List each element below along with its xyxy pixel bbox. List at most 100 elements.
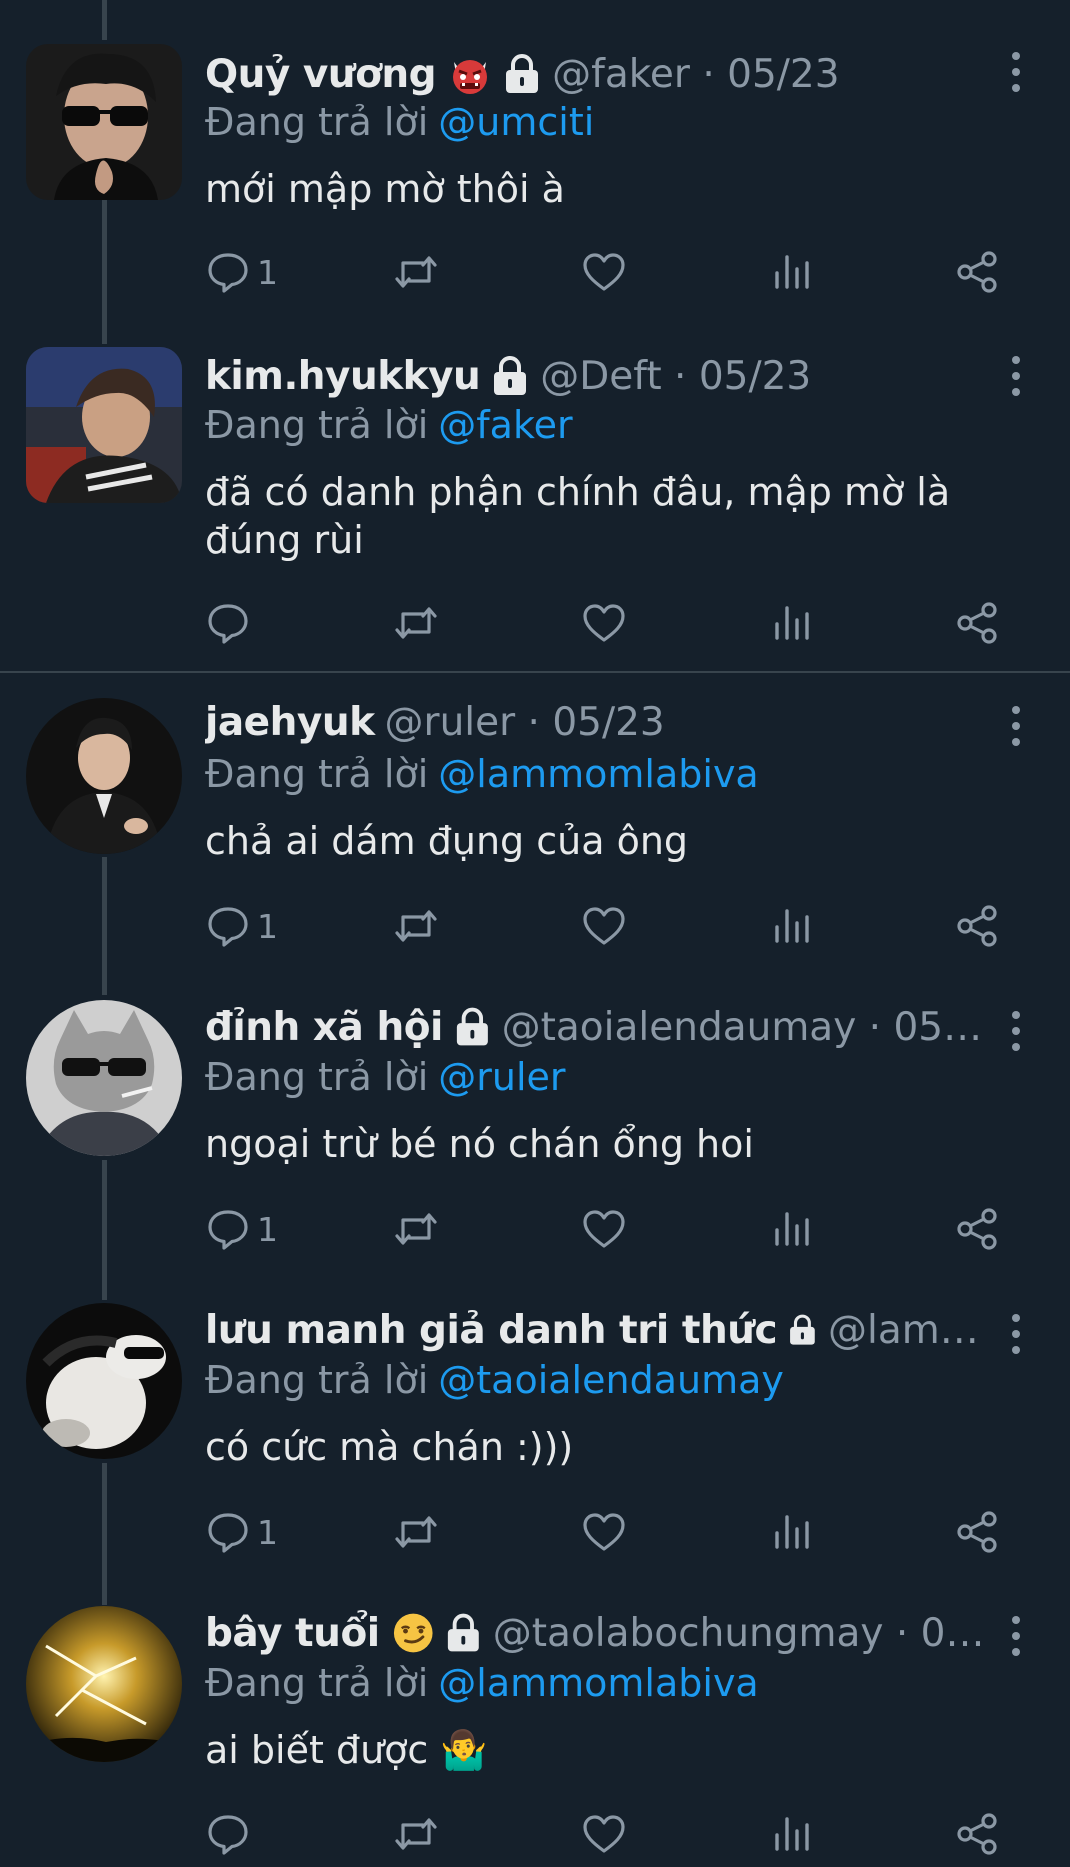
more-options-icon[interactable] [996, 1612, 1036, 1660]
tweet-4[interactable]: đỉnh xã hội @taoialendaumay · 05/23 Đang… [0, 995, 1070, 1295]
tweet-6[interactable]: bây tuổi @taolabochungmay · 08... Đang t… [0, 1600, 1070, 1867]
handle-and-date: @lammo... [828, 1307, 990, 1353]
display-name[interactable]: jaehyuk [205, 700, 375, 745]
retweet-button[interactable] [393, 1504, 439, 1560]
action-bar [205, 1806, 1025, 1862]
reply-button[interactable]: 1 [205, 898, 278, 954]
avatar[interactable] [26, 347, 182, 503]
tweet-1[interactable]: Quỷ vương @faker · 05/23 Đang trả lời @um [0, 0, 1070, 340]
like-button[interactable] [581, 1806, 627, 1862]
retweet-button[interactable] [393, 1806, 439, 1862]
retweet-icon [395, 1818, 437, 1850]
display-name[interactable]: bây tuổi [205, 1611, 380, 1656]
heart-icon [583, 1815, 625, 1853]
like-button[interactable] [581, 1504, 627, 1560]
reply-feed: Quỷ vương @faker · 05/23 Đang trả lời @um [0, 0, 1070, 1867]
retweet-button[interactable] [393, 244, 439, 300]
reply-button[interactable]: 1 [205, 1504, 278, 1560]
views-button[interactable] [768, 595, 814, 651]
avatar[interactable] [26, 44, 182, 200]
share-button[interactable] [955, 244, 1001, 300]
replying-to: Đang trả lời @lammomlabiva [205, 1661, 759, 1705]
replying-to: Đang trả lời @taoialendaumay [205, 1358, 784, 1402]
more-options-icon[interactable] [996, 702, 1036, 750]
like-button[interactable] [581, 244, 627, 300]
tweet-header: đỉnh xã hội @taoialendaumay · 05/23 [205, 1001, 990, 1053]
more-options-icon[interactable] [996, 352, 1036, 400]
views-button[interactable] [768, 898, 814, 954]
reply-button[interactable] [205, 595, 257, 651]
share-button[interactable] [955, 1806, 1001, 1862]
tweet-text: ai biết được 🤷‍♂️ [205, 1728, 488, 1772]
views-button[interactable] [768, 1806, 814, 1862]
mention-link[interactable]: @faker [438, 403, 572, 447]
views-button[interactable] [768, 1504, 814, 1560]
share-button[interactable] [955, 1201, 1001, 1257]
action-bar: 1 [205, 898, 1025, 954]
like-button[interactable] [581, 898, 627, 954]
share-button[interactable] [955, 595, 1001, 651]
more-options-icon[interactable] [996, 1007, 1036, 1055]
mention-link[interactable]: @lammomlabiva [438, 752, 758, 796]
reply-count: 1 [257, 1512, 278, 1552]
share-icon [957, 1813, 997, 1855]
reply-icon [208, 253, 248, 293]
retweet-icon [395, 607, 437, 639]
more-options-icon[interactable] [996, 1310, 1036, 1358]
mention-link[interactable]: @taoialendaumay [438, 1358, 784, 1402]
tweet-3[interactable]: jaehyuk @ruler · 05/23 Đang trả lời @lamm… [0, 690, 1070, 990]
avatar[interactable] [26, 1303, 182, 1459]
avatar[interactable] [26, 1606, 182, 1762]
display-name[interactable]: kim.hyukkyu [205, 354, 481, 399]
avatar[interactable] [26, 1000, 182, 1156]
lock-icon [502, 53, 542, 95]
retweet-button[interactable] [393, 1201, 439, 1257]
heart-icon [583, 253, 625, 291]
avatar[interactable] [26, 698, 182, 854]
reply-button[interactable]: 1 [205, 1201, 278, 1257]
reply-count: 1 [257, 1209, 278, 1249]
views-button[interactable] [768, 1201, 814, 1257]
replying-to-label: Đang trả lời [205, 403, 429, 447]
replying-to: Đang trả lời @lammomlabiva [205, 752, 759, 796]
share-icon [957, 251, 997, 293]
heart-icon [583, 1513, 625, 1551]
replying-to-label: Đang trả lời [205, 752, 429, 796]
handle-and-date: @Deft · 05/23 [540, 353, 812, 399]
retweet-icon [395, 1213, 437, 1245]
share-icon [957, 905, 997, 947]
share-button[interactable] [955, 1504, 1001, 1560]
retweet-icon [395, 910, 437, 942]
display-name[interactable]: đỉnh xã hội [205, 1005, 443, 1050]
lock-icon [490, 355, 530, 397]
retweet-button[interactable] [393, 595, 439, 651]
reply-icon [208, 1815, 248, 1855]
reply-button[interactable] [205, 1806, 257, 1862]
reply-icon [208, 1513, 248, 1553]
tweet-header: jaehyuk @ruler · 05/23 [205, 696, 990, 748]
more-options-icon[interactable] [996, 48, 1036, 96]
mention-link[interactable]: @umciti [438, 100, 594, 144]
tweet-header: lưu manh giả danh tri thức @lammo... [205, 1304, 990, 1356]
share-button[interactable] [955, 898, 1001, 954]
heart-icon [583, 907, 625, 945]
mention-link[interactable]: @ruler [438, 1055, 565, 1099]
display-name[interactable]: Quỷ vương [205, 52, 437, 97]
tweet-5[interactable]: lưu manh giả danh tri thức @lammo... Đan… [0, 1298, 1070, 1598]
lock-icon [453, 1006, 492, 1048]
display-name[interactable]: lưu manh giả danh tri thức [205, 1308, 778, 1353]
like-button[interactable] [581, 595, 627, 651]
retweet-button[interactable] [393, 898, 439, 954]
handle-and-date: @ruler · 05/23 [384, 699, 665, 745]
like-button[interactable] [581, 1201, 627, 1257]
views-button[interactable] [768, 244, 814, 300]
analytics-icon [775, 909, 809, 943]
reply-icon [208, 1210, 248, 1250]
replying-to: Đang trả lời @ruler [205, 1055, 566, 1099]
reply-button[interactable]: 1 [205, 244, 278, 300]
replying-to-label: Đang trả lời [205, 1055, 429, 1099]
tweet-header: bây tuổi @taolabochungmay · 08... [205, 1607, 990, 1659]
mention-link[interactable]: @lammomlabiva [438, 1661, 758, 1705]
tweet-2[interactable]: kim.hyukkyu @Deft · 05/23 Đang trả lời @f… [0, 340, 1070, 670]
reply-count: 1 [257, 252, 278, 292]
